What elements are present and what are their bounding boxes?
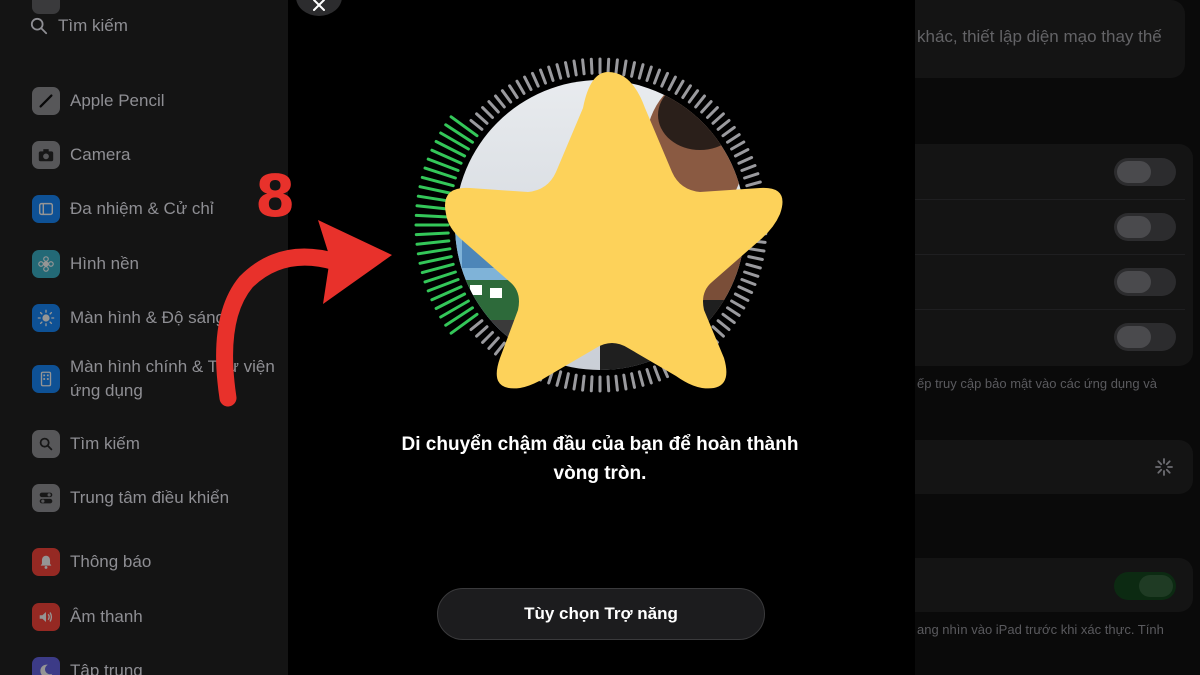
progress-tick <box>706 106 719 119</box>
progress-tick <box>637 63 645 80</box>
progress-tick <box>745 262 762 270</box>
face-scan-graphic <box>216 57 783 407</box>
annotation-arrow <box>216 220 392 407</box>
progress-tick <box>622 59 628 77</box>
progress-tick <box>606 57 611 75</box>
progress-tick <box>645 65 653 82</box>
progress-tick <box>539 68 547 85</box>
progress-tick <box>733 148 750 158</box>
progress-tick <box>622 373 628 391</box>
progress-tick <box>721 125 736 138</box>
progress-tick <box>572 59 578 77</box>
progress-tick <box>508 84 519 99</box>
progress-tick <box>555 370 563 387</box>
progress-tick <box>630 372 636 389</box>
progress-tick <box>614 58 619 76</box>
progress-tick <box>564 61 570 78</box>
progress-tick <box>515 79 526 95</box>
progress-tick <box>614 374 619 392</box>
scan-instruction: Di chuyển chậm đầu của bạn để hoàn thành… <box>401 434 799 484</box>
progress-tick <box>687 89 700 104</box>
progress-tick <box>681 84 692 99</box>
progress-tick <box>726 306 741 317</box>
progress-tick <box>743 172 760 180</box>
progress-tick <box>711 112 725 125</box>
progress-tick <box>500 89 513 104</box>
progress-tick <box>481 331 494 344</box>
progress-tick-complete <box>449 115 479 138</box>
progress-tick <box>487 100 500 114</box>
progress-tick <box>589 375 594 393</box>
progress-tick <box>653 365 661 382</box>
progress-tick-complete <box>416 194 452 203</box>
progress-tick <box>733 292 750 302</box>
progress-tick-complete <box>423 166 457 180</box>
progress-tick-complete <box>420 175 455 188</box>
progress-tick <box>606 375 611 393</box>
progress-tick-complete <box>416 247 452 256</box>
progress-tick <box>694 94 706 109</box>
progress-tick <box>581 374 586 392</box>
progress-tick <box>475 325 489 338</box>
progress-tick <box>572 373 578 391</box>
progress-tick <box>730 299 746 310</box>
progress-tick <box>630 61 636 78</box>
progress-tick <box>589 57 594 75</box>
progress-tick <box>711 325 725 338</box>
progress-tick <box>737 285 754 294</box>
progress-tick-complete <box>415 239 451 246</box>
progress-tick <box>523 75 533 92</box>
progress-tick <box>716 119 731 131</box>
progress-tick <box>660 71 669 88</box>
progress-tick <box>748 247 766 253</box>
progress-tick-complete <box>449 312 479 335</box>
progress-tick <box>637 370 645 387</box>
progress-tick-complete <box>423 270 457 284</box>
progress-tick <box>494 94 506 109</box>
progress-tick <box>700 100 713 114</box>
progress-tick <box>743 270 760 278</box>
progress-tick <box>475 112 489 125</box>
progress-tick <box>716 319 731 331</box>
progress-tick-complete <box>414 231 450 237</box>
progress-tick <box>721 312 736 325</box>
progress-tick <box>653 68 661 85</box>
step-number-label: 8 <box>255 162 296 230</box>
progress-tick <box>726 133 741 144</box>
progress-tick <box>581 58 586 76</box>
progress-tick <box>740 278 757 286</box>
progress-tick <box>645 368 653 385</box>
progress-tick <box>564 372 570 389</box>
progress-tick <box>531 71 540 88</box>
progress-tick <box>667 75 677 92</box>
progress-tick <box>740 164 757 172</box>
progress-tick <box>469 119 484 131</box>
progress-tick-complete <box>415 204 451 211</box>
progress-tick <box>487 336 500 350</box>
progress-tick-complete <box>414 213 450 219</box>
progress-tick <box>469 319 484 331</box>
progress-tick <box>747 255 764 261</box>
progress-tick <box>730 140 746 151</box>
progress-tick <box>737 156 754 165</box>
progress-tick <box>547 65 555 82</box>
progress-tick <box>674 79 685 95</box>
progress-tick <box>481 106 494 119</box>
progress-tick <box>745 180 762 188</box>
accessibility-options-button[interactable]: Tùy chọn Trợ năng <box>437 588 765 640</box>
progress-tick <box>555 63 563 80</box>
progress-tick-complete <box>418 185 453 195</box>
progress-tick-complete <box>420 262 455 275</box>
progress-tick-complete <box>418 255 453 265</box>
